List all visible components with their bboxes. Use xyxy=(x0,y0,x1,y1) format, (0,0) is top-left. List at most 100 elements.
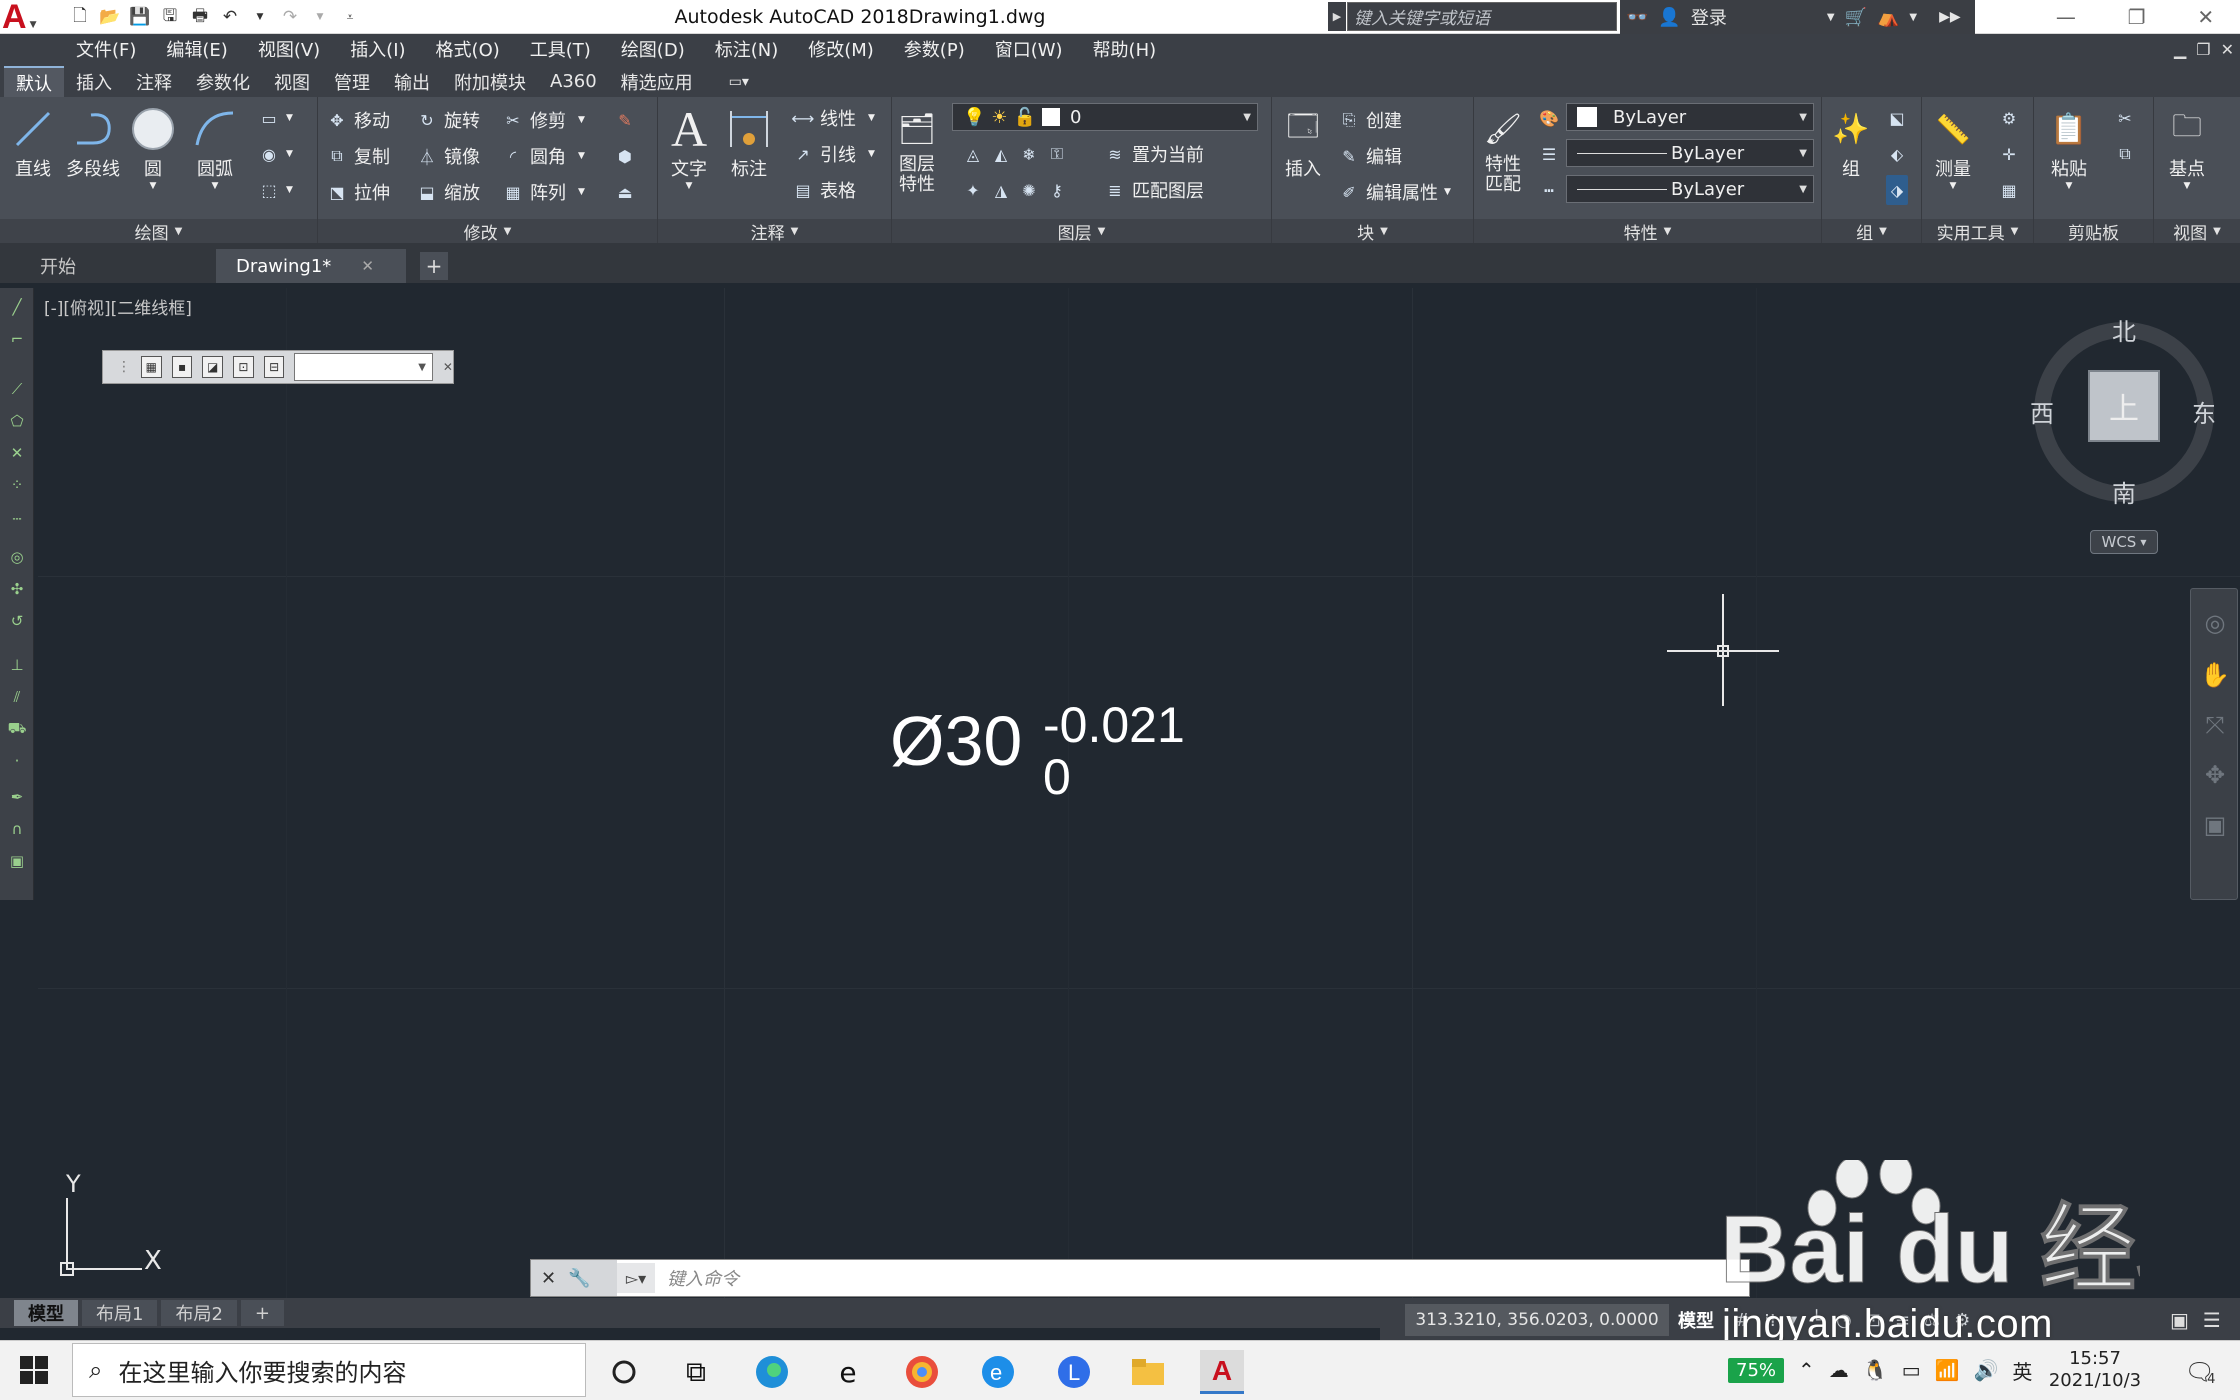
layer-isolate-small-icon[interactable]: ▪ xyxy=(171,356,193,378)
menu-dimension[interactable]: 标注(N) xyxy=(715,36,779,62)
circle-dropdown-icon[interactable]: ▼ xyxy=(150,181,157,191)
tab-output[interactable]: 输出 xyxy=(382,66,442,97)
dimension-button[interactable]: 标注 xyxy=(724,103,774,181)
autocad-taskbar-icon[interactable]: A xyxy=(1200,1350,1244,1394)
tab-manage[interactable]: 管理 xyxy=(322,66,382,97)
wcs-menu[interactable]: WCS ▼ xyxy=(2090,530,2158,554)
windows-start-icon[interactable] xyxy=(18,1354,50,1386)
quick-select-icon[interactable]: ⚙ xyxy=(1998,103,2020,133)
zoom-extents-icon[interactable]: ⤧ xyxy=(2201,711,2229,739)
menu-format[interactable]: 格式(O) xyxy=(436,36,500,62)
wrench-icon[interactable]: 🔧 xyxy=(568,1268,590,1289)
volume-icon[interactable]: 🔊 xyxy=(1974,1358,1999,1382)
hatch-button[interactable]: ◉ ▼ xyxy=(258,139,293,169)
cloud-icon[interactable]: ☁ xyxy=(1829,1358,1849,1382)
spline-tool-icon[interactable]: ↺ xyxy=(6,610,28,632)
measure-dropdown-icon[interactable]: ▼ xyxy=(1950,181,1957,191)
copy-clip-icon[interactable]: ⧉ xyxy=(2114,139,2136,169)
menu-tools[interactable]: 工具(T) xyxy=(530,36,591,62)
cut-icon[interactable]: ✂ xyxy=(2114,103,2136,133)
qq-icon[interactable]: 🐧 xyxy=(1863,1358,1888,1382)
taskbar-search-input[interactable]: 在这里输入你要搜索的内容 xyxy=(118,1353,406,1388)
paste-button[interactable]: 📋 粘贴 ▼ xyxy=(2044,103,2094,192)
base-view-button[interactable]: 🗀 基点 ▼ xyxy=(2162,103,2212,192)
text-dropdown-icon[interactable]: ▼ xyxy=(686,181,693,191)
help-expand-icon[interactable]: ▶▶ xyxy=(1939,9,1961,25)
tab-a360[interactable]: A360 xyxy=(538,66,609,97)
browser-icon[interactable] xyxy=(900,1350,944,1394)
tab-default[interactable]: 默认 xyxy=(4,66,64,97)
a360-icon[interactable]: ⛺ xyxy=(1877,7,1899,28)
add-layout-icon[interactable]: + xyxy=(240,1300,284,1326)
close-tab-icon[interactable]: ✕ xyxy=(361,257,374,275)
edit-block-button[interactable]: ✎ 编辑 xyxy=(1338,141,1402,171)
print-icon[interactable]: 🖶 xyxy=(188,5,212,29)
boundary-button[interactable]: ⬚ ▼ xyxy=(258,175,293,205)
close-icon[interactable]: ✕ xyxy=(2197,5,2214,29)
view-panel-title[interactable]: 视图 ▼ xyxy=(2154,219,2240,244)
cortana-icon[interactable] xyxy=(602,1350,646,1394)
menu-draw[interactable]: 绘图(D) xyxy=(621,36,685,62)
tab-addins[interactable]: 附加模块 xyxy=(442,66,538,97)
binoculars-icon[interactable]: 👓 xyxy=(1626,7,1648,28)
layer-properties-button[interactable]: 🗂 图层 特性 xyxy=(892,103,942,195)
id-point-icon[interactable]: ✛ xyxy=(1998,139,2020,169)
modify-panel-title[interactable]: 修改 ▼ xyxy=(318,219,657,244)
menu-edit[interactable]: 编辑(E) xyxy=(166,36,227,62)
command-input[interactable]: 键入命令 xyxy=(655,1265,739,1291)
recent-commands-icon[interactable]: ▻▾ xyxy=(617,1263,655,1293)
construction-line-icon[interactable]: ⌐ xyxy=(6,328,28,350)
layer-state-icon[interactable]: ▦ xyxy=(141,356,162,378)
tab-start[interactable]: 开始 xyxy=(20,249,210,283)
arc-button[interactable]: 圆弧 ▼ xyxy=(190,103,240,191)
lineweight-dropdown[interactable]: ByLayer ▼ xyxy=(1566,175,1814,203)
login-dropdown-icon[interactable]: ▼ xyxy=(1827,12,1835,23)
baidu-netdisk-icon[interactable]: e xyxy=(976,1350,1020,1394)
lark-icon[interactable]: L xyxy=(1052,1350,1096,1394)
new-file-icon[interactable]: 🗋 xyxy=(68,5,92,29)
coordinates-display[interactable]: 313.3210, 356.0203, 0.0000 xyxy=(1405,1304,1669,1336)
steering-wheel-icon[interactable]: ◎ xyxy=(2201,609,2229,637)
insert-block-button[interactable]: 🗔 插入 xyxy=(1278,103,1328,181)
layer-isolate-icon[interactable]: ◭ xyxy=(990,143,1012,165)
region-tool-icon[interactable]: ∩ xyxy=(6,818,28,840)
layer-previous-icon[interactable]: ◪ xyxy=(202,356,224,378)
hatch-tool-icon[interactable]: ⫽ xyxy=(6,686,28,708)
save-icon[interactable]: 💾 xyxy=(128,5,152,29)
tab-layout1[interactable]: 布局1 xyxy=(82,1300,158,1326)
restore-icon[interactable]: ❐ xyxy=(2128,5,2146,29)
group-selection-icon[interactable]: ⬗ xyxy=(1886,175,1908,205)
login-button[interactable]: 登录 xyxy=(1691,4,1727,30)
tab-layout2[interactable]: 布局2 xyxy=(161,1300,237,1326)
edit-attributes-dropdown-icon[interactable]: ▼ xyxy=(1444,187,1451,197)
new-tab-icon[interactable]: + xyxy=(420,252,448,280)
color-dropdown[interactable]: ByLayer ▼ xyxy=(1566,103,1814,131)
mirror-button[interactable]: ⏃ 镜像 xyxy=(416,141,480,171)
gradient-tool-icon[interactable]: ✒ xyxy=(6,786,28,808)
cart-icon[interactable]: 🛒 xyxy=(1845,7,1867,28)
viewport-controls[interactable]: [-][俯视][二维线框] xyxy=(44,294,192,319)
rectangle-dropdown-icon[interactable]: ▼ xyxy=(286,113,293,123)
tab-insert[interactable]: 插入 xyxy=(64,66,124,97)
save-as-icon[interactable]: 🖫 xyxy=(158,5,182,29)
rectangle-tool-icon[interactable]: ✕ xyxy=(6,442,28,464)
menu-window[interactable]: 窗口(W) xyxy=(995,36,1063,62)
undo-dropdown-icon[interactable]: ▼ xyxy=(248,5,272,29)
search-expand-icon[interactable]: ▶ xyxy=(1328,2,1346,31)
model-space-button[interactable]: 模型 xyxy=(1678,1304,1714,1336)
array-dropdown-icon[interactable]: ▼ xyxy=(578,187,585,197)
viewcube-top-face[interactable]: 上 xyxy=(2088,370,2160,442)
group-edit-icon[interactable]: ⬖ xyxy=(1886,139,1908,169)
block-panel-title[interactable]: 块 ▼ xyxy=(1272,219,1473,244)
match-properties-button[interactable]: 🖌 特性 匹配 xyxy=(1478,103,1528,195)
notification-center-icon[interactable]: 🗨 4 xyxy=(2180,1352,2220,1392)
user-icon[interactable]: 👤 xyxy=(1658,7,1680,28)
leader-button[interactable]: ↗ 引线 ▼ xyxy=(792,139,875,169)
clean-screen-icon[interactable]: ▣ xyxy=(2170,1308,2189,1332)
boundary-dropdown-icon[interactable]: ▼ xyxy=(286,185,293,195)
lower-tolerance-text[interactable]: 0 xyxy=(1043,752,1071,802)
point-tool-icon[interactable]: · xyxy=(6,750,28,772)
clipboard-panel-title[interactable]: 剪贴板 xyxy=(2034,219,2153,244)
wifi-icon[interactable]: 📶 xyxy=(1935,1358,1960,1382)
draw-panel-title[interactable]: 绘图 ▼ xyxy=(0,219,317,244)
